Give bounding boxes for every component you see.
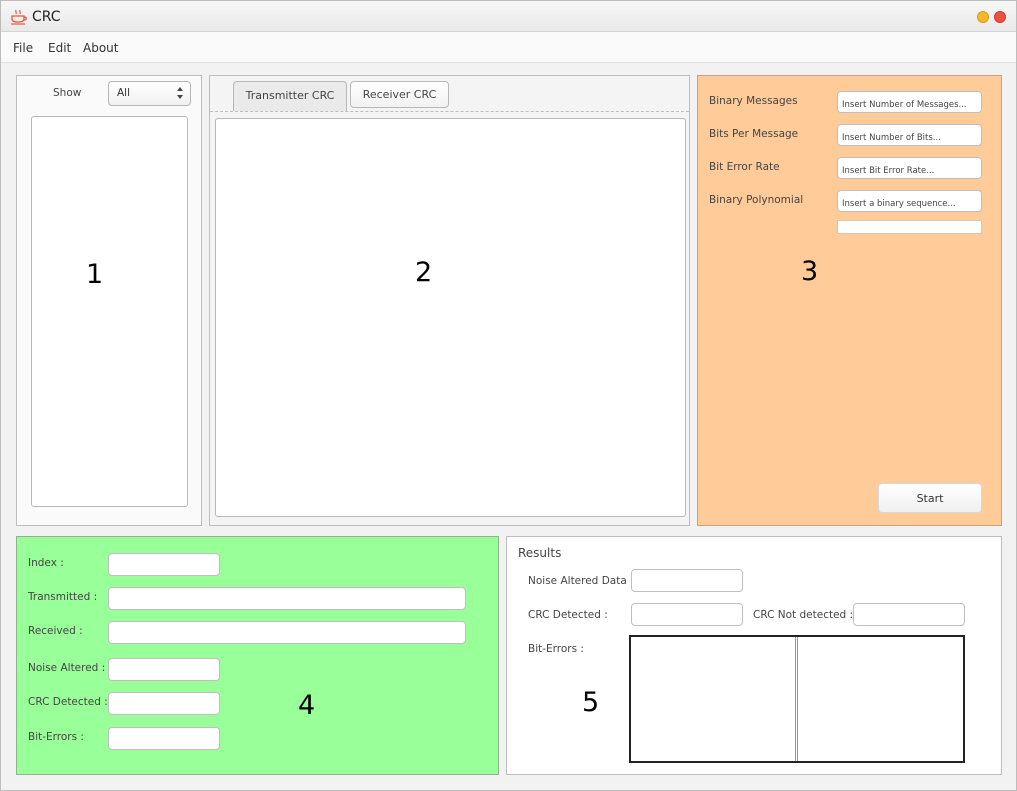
bits-per-message-label: Bits Per Message <box>709 128 799 140</box>
panel-number-4: 4 <box>298 690 316 721</box>
transmitted-field[interactable] <box>108 587 466 610</box>
received-label: Received : <box>28 625 83 637</box>
tab-content-area[interactable] <box>215 118 686 517</box>
show-label: Show <box>53 87 82 99</box>
menu-about[interactable]: About <box>83 41 118 55</box>
results-panel: Results Noise Altered Data : CRC Detecte… <box>506 536 1002 775</box>
binary-messages-label: Binary Messages <box>709 95 798 107</box>
bit-errors-field[interactable] <box>108 727 220 750</box>
tab-receiver-crc[interactable]: Receiver CRC <box>350 81 449 108</box>
message-detail-panel: Index : Transmitted : Received : Noise A… <box>16 536 499 775</box>
panel-number-1: 1 <box>86 259 104 290</box>
table-column-divider <box>795 637 798 761</box>
crc-tabs-panel: Transmitter CRC Receiver CRC 2 <box>209 75 690 526</box>
bit-errors-label: Bit-Errors : <box>28 731 84 743</box>
tab-transmitter-crc[interactable]: Transmitter CRC <box>233 81 347 111</box>
panel-number-3: 3 <box>801 256 819 287</box>
java-cup-icon <box>11 9 27 25</box>
message-list-panel: Show All 1 <box>16 75 202 526</box>
results-crc-detected-label: CRC Detected : <box>528 609 608 621</box>
crc-detected-label: CRC Detected : <box>28 696 108 708</box>
message-list[interactable] <box>31 116 188 507</box>
results-bit-errors-label: Bit-Errors : <box>528 643 584 655</box>
noise-altered-label: Noise Altered : <box>28 662 106 674</box>
index-label: Index : <box>28 557 64 569</box>
select-arrows-icon <box>177 87 183 99</box>
menu-edit[interactable]: Edit <box>48 41 71 55</box>
minimize-button[interactable] <box>977 11 989 23</box>
received-field[interactable] <box>108 621 466 644</box>
settings-panel: Binary Messages Bits Per Message Bit Err… <box>697 75 1002 526</box>
binary-messages-input[interactable] <box>837 91 982 113</box>
menu-bar: File Edit About <box>1 32 1016 63</box>
bit-errors-table[interactable] <box>629 635 965 763</box>
app-window: CRC File Edit About Show All 1 Transmitt… <box>0 0 1017 791</box>
show-filter-select[interactable]: All <box>108 81 191 106</box>
close-button[interactable] <box>994 11 1006 23</box>
progress-bar <box>837 220 982 234</box>
start-button[interactable]: Start <box>878 483 982 513</box>
panel-number-2: 2 <box>415 257 433 288</box>
bits-per-message-input[interactable] <box>837 124 982 146</box>
crc-not-detected-label: CRC Not detected : <box>753 609 854 621</box>
noise-altered-field[interactable] <box>108 658 220 681</box>
bit-error-rate-input[interactable] <box>837 157 982 179</box>
tab-divider <box>210 111 689 112</box>
menu-file[interactable]: File <box>13 41 33 55</box>
results-crc-detected-field[interactable] <box>631 603 743 626</box>
noise-altered-data-field[interactable] <box>631 569 743 592</box>
index-field[interactable] <box>108 553 220 576</box>
panel-number-5: 5 <box>582 687 600 718</box>
results-title: Results <box>518 546 562 560</box>
crc-detected-field[interactable] <box>108 692 220 715</box>
transmitted-label: Transmitted : <box>28 591 98 603</box>
bit-error-rate-label: Bit Error Rate <box>709 161 780 173</box>
window-title: CRC <box>32 9 61 25</box>
binary-polynomial-input[interactable] <box>837 190 982 212</box>
title-bar[interactable]: CRC <box>1 1 1016 32</box>
noise-altered-data-label: Noise Altered Data : <box>528 575 634 587</box>
crc-not-detected-field[interactable] <box>853 603 965 626</box>
binary-polynomial-label: Binary Polynomial <box>709 194 804 206</box>
show-filter-value: All <box>117 87 131 99</box>
